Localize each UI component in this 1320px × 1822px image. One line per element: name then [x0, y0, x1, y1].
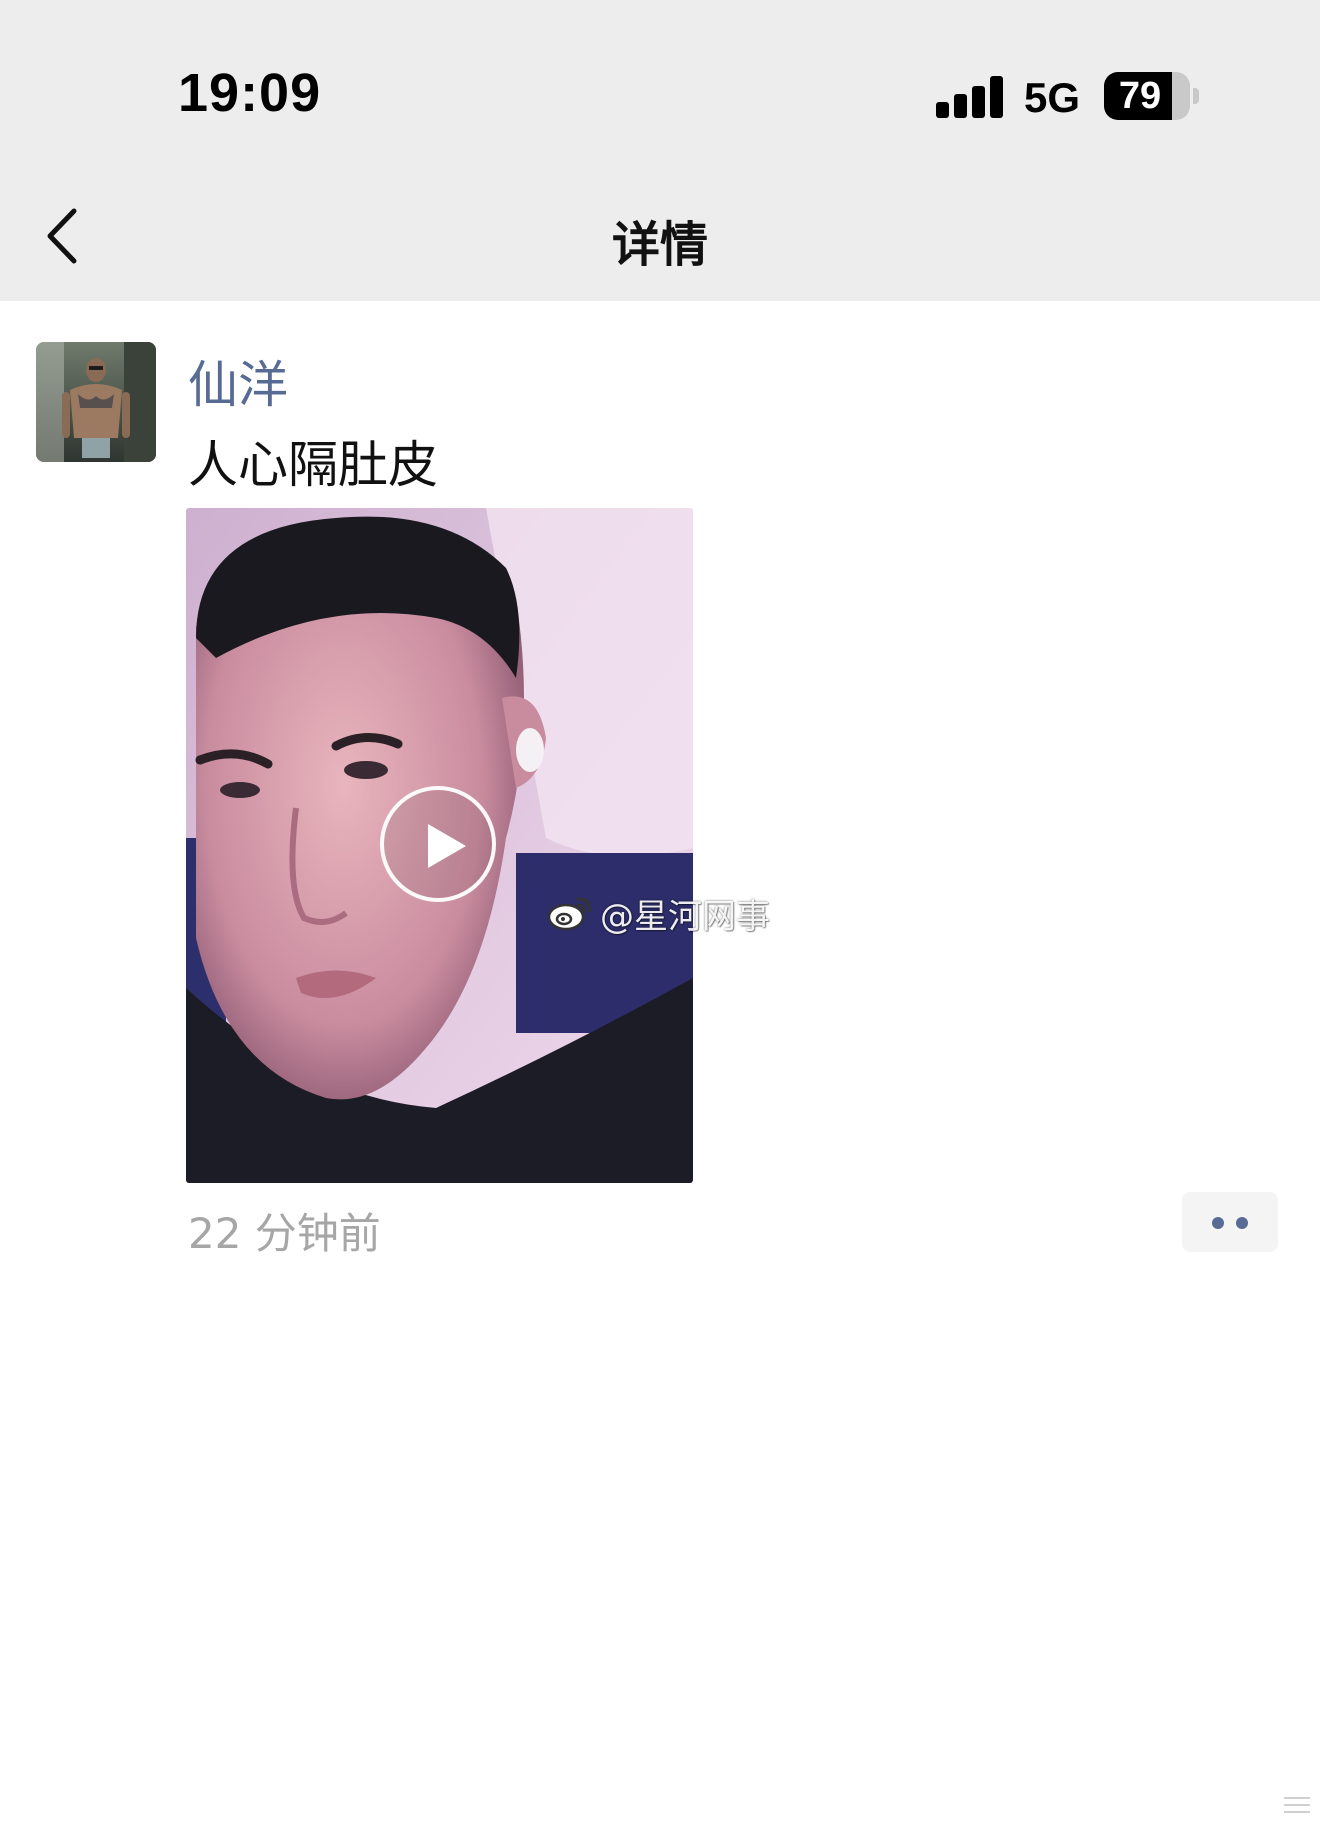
avatar-image	[36, 342, 156, 462]
battery-level: 79	[1118, 75, 1162, 117]
weibo-icon	[547, 897, 592, 931]
more-actions-button[interactable]	[1182, 1192, 1278, 1252]
watermark: @星河网事	[546, 888, 770, 938]
network-type: 5G	[1024, 74, 1081, 121]
page-title: 详情	[611, 217, 708, 273]
status-time: 19:09	[178, 63, 322, 123]
author-avatar[interactable]	[36, 342, 156, 462]
cellular-signal-icon	[936, 76, 1003, 118]
play-button[interactable]	[380, 786, 496, 902]
play-icon	[428, 824, 466, 868]
post-text: 人心隔肚皮	[188, 436, 438, 494]
home-indicator-icon	[1284, 1797, 1310, 1813]
author-name[interactable]: 仙洋	[188, 345, 288, 417]
more-dots-icon	[1212, 1217, 1224, 1229]
top-bar: 19:09 5G 79 详情	[0, 0, 1320, 301]
battery-icon: 79	[1104, 72, 1190, 120]
post-timestamp: 22 分钟前	[188, 1209, 381, 1258]
moments-detail-screen: 19:09 5G 79 详情 仙洋 人心隔肚皮 @星河网事 22 分钟前	[0, 0, 1320, 1822]
battery-cap	[1193, 88, 1199, 104]
more-dots-icon	[1236, 1217, 1248, 1229]
watermark-text: @星河网事	[600, 896, 770, 937]
